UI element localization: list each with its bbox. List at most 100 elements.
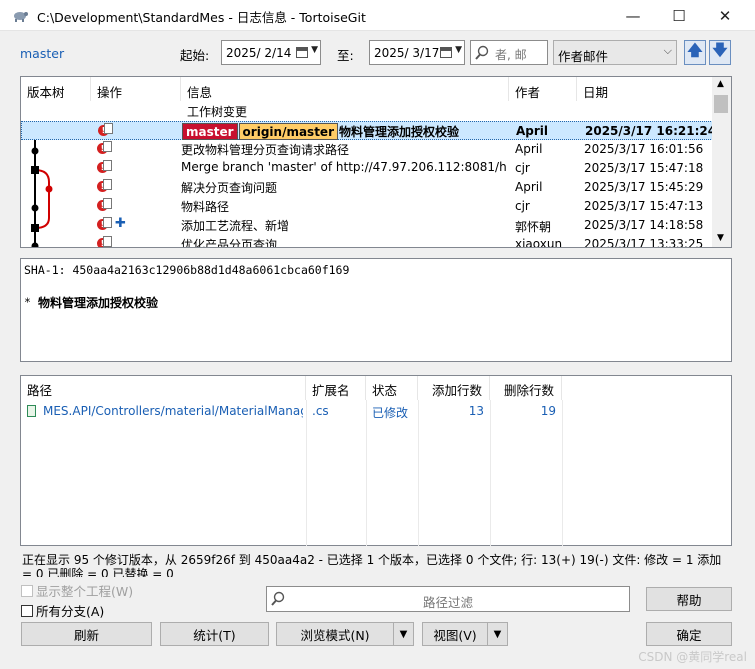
commit-subject: 物料管理添加授权校验	[339, 125, 460, 139]
column-header-graph[interactable]: 版本树	[21, 77, 91, 101]
log-scrollbar[interactable]: ▲ ▼	[712, 77, 731, 247]
from-date-picker[interactable]: 2025/ 2/14 ▼	[221, 40, 321, 65]
help-button[interactable]: 帮助	[646, 587, 732, 611]
filter-select-value: 作者邮件	[558, 49, 609, 64]
title-bar: C:\Development\StandardMes - 日志信息 - Tort…	[0, 0, 755, 31]
column-header-actions[interactable]: 操作	[91, 77, 181, 101]
all-branches-checkbox[interactable]: 所有分支(A)	[21, 601, 104, 620]
column-header-added-lines[interactable]: 添加行数	[418, 376, 490, 400]
show-whole-project-label: 显示整个工程(W)	[36, 584, 134, 599]
commit-message-cell: Merge branch 'master' of http://47.97.20…	[181, 160, 506, 174]
watermark: CSDN @黄同学real	[638, 650, 747, 664]
tortoisegit-icon	[14, 12, 28, 22]
search-input[interactable]: 者, 邮	[470, 40, 548, 65]
commit-author: xiaoxun	[515, 237, 563, 248]
commit-row[interactable]: !解决分页查询问题April2025/3/17 15:45:29	[21, 178, 713, 197]
chevron-down-icon: ⌵	[663, 44, 672, 57]
arrow-down-button[interactable]: 🡇	[709, 40, 731, 65]
ok-button[interactable]: 确定	[646, 622, 732, 646]
commit-log-list[interactable]: 版本树 操作 信息 作者 日期 工作树变更 !masterorigin/mast…	[20, 76, 732, 248]
commit-subject: 添加工艺流程、新增	[181, 219, 290, 233]
commit-subject: 物料路径	[181, 200, 230, 214]
chevron-down-icon[interactable]: ▼	[487, 623, 507, 645]
from-label: 起始:	[180, 48, 210, 63]
commit-detail-pane[interactable]: SHA-1: 450aa4a2163c12906b88d1d48a6061cbc…	[20, 258, 732, 362]
to-label: 至:	[337, 48, 354, 63]
chevron-down-icon[interactable]: ▼	[393, 623, 413, 645]
path-filter-input[interactable]: 路径过滤	[266, 586, 630, 612]
column-header-date[interactable]: 日期	[577, 77, 713, 101]
commit-subject: 解决分页查询问题	[181, 181, 278, 195]
show-whole-project-checkbox[interactable]: 显示整个工程(W)	[21, 581, 133, 600]
chevron-down-icon: ▼	[311, 45, 318, 55]
close-button[interactable]: ✕	[702, 0, 748, 31]
commit-message-cell: master origin/master 物料管理添加授权校验	[182, 123, 507, 140]
column-header-message[interactable]: 信息	[181, 77, 509, 101]
scroll-down-icon[interactable]: ▼	[717, 233, 724, 243]
checkbox-box	[21, 584, 33, 597]
file-row[interactable]: MES.API/Controllers/material/MaterialMan…	[21, 402, 581, 421]
search-filter-select[interactable]: 作者邮件 ⌵	[553, 40, 677, 65]
refresh-button[interactable]: 刷新	[21, 622, 152, 646]
browse-mode-label: 浏览模式(N)	[300, 627, 370, 643]
column-header-path[interactable]: 路径	[21, 376, 306, 400]
commit-row[interactable]: !物料路径cjr2025/3/17 15:47:13	[21, 197, 713, 216]
commit-subject: 更改物料管理分页查询请求路径	[181, 143, 350, 157]
branch-link[interactable]: master	[20, 46, 64, 61]
commit-row[interactable]: !优化产品分页查询xiaoxun2025/3/17 13:33:25	[21, 235, 713, 248]
commit-message-cell: 优化产品分页查询	[181, 236, 506, 248]
browse-mode-button[interactable]: 浏览模式(N) ▼	[276, 622, 414, 646]
calendar-icon	[440, 47, 452, 58]
to-date-picker[interactable]: 2025/ 3/17 ▼	[369, 40, 465, 65]
changed-files-list[interactable]: 路径 扩展名 状态 添加行数 删除行数 MES.API/Controllers/…	[20, 375, 732, 546]
arrow-up-button[interactable]: 🡅	[684, 40, 706, 65]
column-header-extension[interactable]: 扩展名	[306, 376, 366, 400]
commit-date: 2025/3/17 15:45:29	[584, 180, 704, 194]
commit-row[interactable]: !更改物料管理分页查询请求路径April2025/3/17 16:01:56	[21, 140, 713, 159]
commit-subject: 优化产品分页查询	[181, 238, 278, 248]
commit-message-cell: 添加工艺流程、新增	[181, 217, 506, 234]
ref-tag[interactable]: master	[182, 123, 238, 140]
working-tree-row[interactable]: 工作树变更	[21, 101, 713, 120]
file-modified-icon	[103, 160, 112, 171]
view-button[interactable]: 视图(V) ▼	[422, 622, 508, 646]
commit-row[interactable]: !✚添加工艺流程、新增郭怀朝2025/3/17 14:18:58	[21, 216, 713, 235]
detail-bullet: *	[24, 295, 31, 309]
search-icon	[475, 45, 489, 60]
file-path: MES.API/Controllers/material/MaterialMan…	[43, 404, 303, 418]
commit-author: 郭怀朝	[515, 220, 552, 234]
scroll-up-icon[interactable]: ▲	[717, 79, 724, 89]
statistics-button[interactable]: 统计(T)	[160, 622, 269, 646]
file-modified-icon	[103, 236, 112, 247]
minimize-button[interactable]: —	[610, 0, 656, 31]
checkbox-box	[21, 604, 33, 617]
commit-subject: Merge branch 'master' of http://47.97.20…	[181, 160, 506, 174]
status-summary: 正在显示 95 个修订版本，从 2659f26f 到 450aa4a2 - 已选…	[22, 553, 722, 577]
commit-row[interactable]: !Merge branch 'master' of http://47.97.2…	[21, 159, 713, 178]
file-modified-icon	[103, 217, 112, 228]
commit-message: 物料管理添加授权校验	[38, 296, 159, 310]
file-deleted-lines: 19	[540, 404, 556, 418]
commit-message-cell: 解决分页查询问题	[181, 179, 506, 196]
window-title: C:\Development\StandardMes - 日志信息 - Tort…	[37, 10, 366, 25]
column-header-status[interactable]: 状态	[366, 376, 418, 400]
view-label: 视图(V)	[433, 627, 477, 643]
chevron-down-icon: ▼	[455, 45, 462, 55]
maximize-button[interactable]: ☐	[656, 0, 702, 31]
scrollbar-thumb[interactable]	[714, 95, 728, 113]
calendar-icon	[296, 47, 308, 58]
commit-row[interactable]: !masterorigin/master物料管理添加授权校验April2025/…	[21, 121, 717, 140]
commit-author: cjr	[515, 199, 530, 213]
search-placeholder: 者, 邮	[495, 48, 527, 62]
commit-date: 2025/3/17 15:47:13	[584, 199, 704, 213]
file-modified-icon	[103, 198, 112, 209]
ref-tag[interactable]: origin/master	[238, 123, 338, 140]
column-header-author[interactable]: 作者	[509, 77, 577, 101]
commit-date: 2025/3/17 13:33:25	[584, 237, 704, 248]
commit-date: 2025/3/17 16:21:24	[585, 124, 717, 138]
column-header-deleted-lines[interactable]: 删除行数	[490, 376, 562, 400]
commit-date: 2025/3/17 15:47:18	[584, 161, 704, 175]
file-modified-icon	[103, 141, 112, 152]
commit-message-cell: 物料路径	[181, 198, 506, 215]
commit-author: April	[515, 180, 543, 194]
